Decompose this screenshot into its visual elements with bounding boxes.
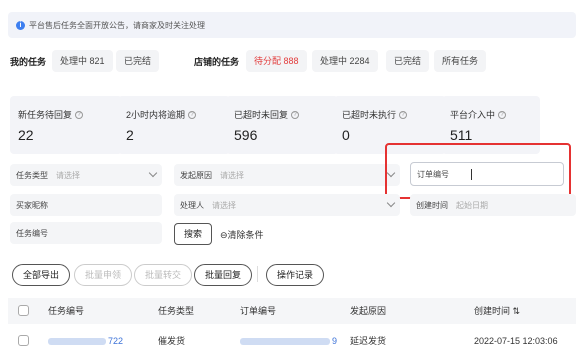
help-icon[interactable]: ? (291, 110, 300, 119)
created-time-cell: 2022-07-15 12:03:06 (474, 336, 558, 346)
notice-bar: i 平台售后任务全面开放公告，请商家及时关注处理 (8, 12, 576, 38)
operation-log-button[interactable]: 操作记录 (266, 264, 325, 286)
task-no-link[interactable]: 722 (48, 334, 123, 348)
stat-value: 596 (234, 127, 258, 143)
batch-claim-button[interactable]: 批量申领 (74, 264, 133, 286)
sort-icon: ⇅ (510, 306, 521, 316)
column-header: 任务编号 (48, 306, 85, 316)
select-all-checkbox[interactable] (18, 305, 29, 316)
tab-shop-processing[interactable]: 处理中 2284 (312, 50, 378, 72)
divider (257, 266, 258, 282)
clear-icon: ⊖ (220, 230, 228, 240)
order-no-link[interactable]: 9 (240, 334, 337, 348)
table-header: 任务编号 任务类型 订单编号 发起原因 创建时间 ⇅ (8, 298, 576, 324)
notice-text: 平台售后任务全面开放公告，请商家及时关注处理 (29, 20, 205, 30)
help-icon[interactable]: ? (188, 110, 197, 119)
tab-my-processing[interactable]: 处理中 821 (52, 50, 113, 72)
stat-value: 2 (126, 127, 134, 143)
clear-filters-link[interactable]: ⊖清除条件 (220, 228, 264, 241)
task-no-field[interactable]: 任务编号 (10, 222, 162, 244)
stat-value: 0 (342, 127, 350, 143)
help-icon[interactable]: ? (75, 110, 84, 119)
tab-my-completed[interactable]: 已完结 (116, 50, 160, 72)
tab-shop-completed[interactable]: 已完结 (386, 50, 430, 72)
redacted-text (240, 338, 330, 346)
column-header: 发起原因 (350, 306, 387, 316)
help-icon[interactable]: ? (399, 110, 408, 119)
stat-label: 2小时内将逾期 (126, 110, 186, 120)
reason-cell: 延迟发货 (350, 336, 387, 346)
stat-label: 平台介入中 (450, 110, 496, 120)
export-all-button[interactable]: 全部导出 (12, 264, 71, 286)
batch-transfer-button[interactable]: 批量转交 (134, 264, 193, 286)
task-type-select[interactable]: 任务类型 请选择 (10, 164, 162, 186)
stat-value: 22 (18, 127, 34, 143)
search-button[interactable]: 搜索 (174, 223, 213, 245)
reason-select[interactable]: 发起原因 请选择 (174, 164, 400, 186)
my-tasks-label: 我的任务 (10, 57, 47, 67)
highlight-box (385, 143, 571, 199)
tab-shop-all[interactable]: 所有任务 (434, 50, 487, 72)
column-header: 订单编号 (240, 306, 277, 316)
help-icon[interactable]: ? (498, 110, 507, 119)
row-checkbox[interactable] (18, 335, 29, 346)
stat-card-due-soon[interactable]: 2小时内将逾期? 2 (118, 96, 230, 154)
info-icon: i (16, 20, 25, 30)
stat-value: 511 (450, 127, 473, 143)
stat-label: 已超时未回复 (234, 110, 289, 120)
stat-card-new-pending[interactable]: 新任务待回复? 22 (10, 96, 122, 154)
redacted-text (48, 338, 106, 346)
task-tabs-row: 我的任务 处理中 821 已完结 店铺的任务 待分配 888 处理中 2284 … (0, 50, 576, 74)
task-type-cell: 催发货 (158, 336, 186, 346)
batch-reply-button[interactable]: 批量回复 (194, 264, 253, 286)
stat-label: 已超时未执行 (342, 110, 397, 120)
column-header[interactable]: 创建时间 ⇅ (474, 298, 520, 324)
stat-label: 新任务待回复 (18, 110, 73, 120)
chevron-down-icon (386, 198, 396, 208)
created-date-picker[interactable]: 创建时间 起始日期 (410, 194, 576, 216)
shop-tasks-label: 店铺的任务 (194, 57, 240, 67)
buyer-nickname-field[interactable]: 买家昵称 (10, 194, 162, 216)
stat-card-overdue-reply[interactable]: 已超时未回复? 596 (226, 96, 338, 154)
handler-select[interactable]: 处理人 请选择 (174, 194, 400, 216)
column-header: 任务类型 (158, 306, 195, 316)
chevron-down-icon (148, 168, 158, 178)
tab-shop-pending-assign[interactable]: 待分配 888 (246, 50, 307, 72)
